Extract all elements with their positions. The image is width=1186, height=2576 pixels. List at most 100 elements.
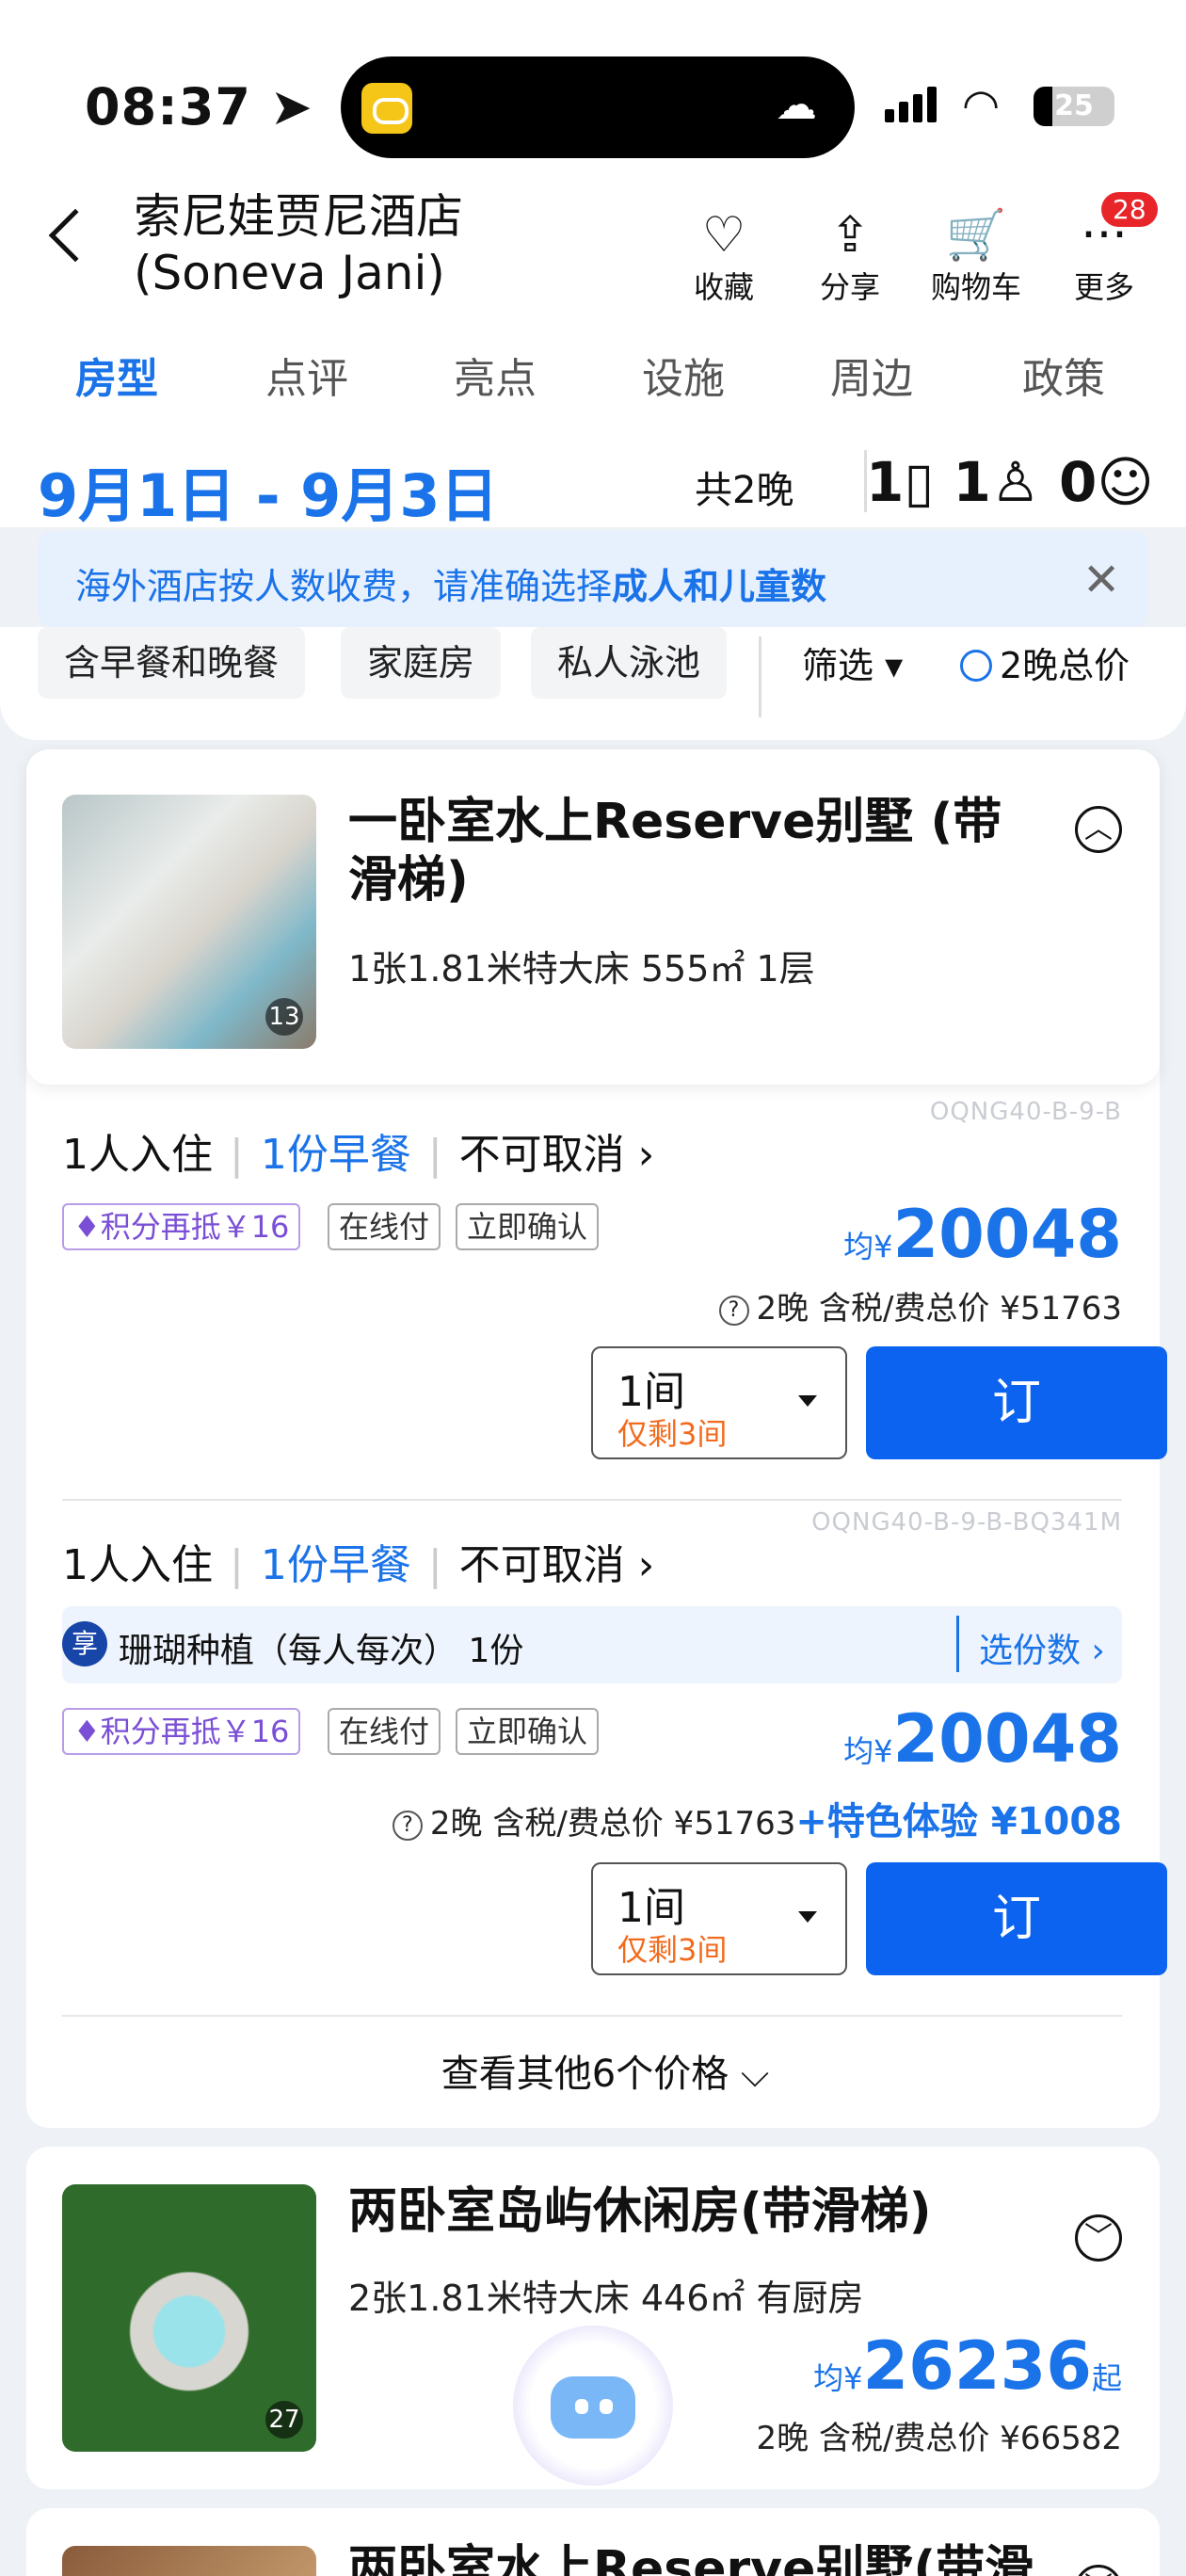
- nightly-price: 均¥20048: [843, 1196, 1122, 1273]
- notification-badge: 28: [1101, 192, 1158, 227]
- robot-icon: [551, 2376, 635, 2439]
- photo-count: 27: [265, 2401, 303, 2439]
- instant-confirm-tag: 立即确认: [456, 1203, 600, 1250]
- cart-icon: 🛒: [945, 207, 1007, 264]
- nightly-price: 均¥20048: [843, 1700, 1122, 1778]
- filter-bar: 含早餐和晚餐 家庭房 私人泳池 筛选 ▾ 2晚总价: [0, 627, 1186, 740]
- chevron-down-icon: ⌵: [740, 2053, 770, 2096]
- points-tag: ♦积分再抵￥16: [62, 1203, 301, 1250]
- hotel-header: 索尼娃贾尼酒店 (Soneva Jani) ♡ 收藏 ⇪ 分享 🛒 购物车 ··…: [0, 179, 1186, 320]
- view-more-prices-button[interactable]: 查看其他6个价格 ⌵: [26, 2043, 1184, 2098]
- battery-indicator: 25: [1034, 87, 1114, 126]
- radio-icon: [960, 650, 992, 682]
- online-pay-tag: 在线付: [328, 1708, 441, 1755]
- select-quantity-link[interactable]: 选份数 ›: [979, 1623, 1105, 1672]
- filter-chip-breakfast-dinner[interactable]: 含早餐和晚餐: [38, 627, 306, 699]
- addon-label: 珊瑚种植（每人每次） 1份: [119, 1632, 524, 1670]
- diamond-icon: ♦: [73, 1714, 101, 1749]
- cart-button[interactable]: 🛒 购物车: [924, 207, 1028, 307]
- date-range[interactable]: 9月1日 - 9月3日: [38, 448, 498, 533]
- nightly-price: 均¥26236起: [813, 2327, 1122, 2405]
- close-icon[interactable]: ✕: [1082, 554, 1120, 606]
- child-icon: ☺: [1097, 450, 1154, 514]
- rain-cloud-icon: ☁: [776, 81, 817, 129]
- expand-icon[interactable]: ﹀: [1075, 2565, 1122, 2576]
- enjoy-badge: 享: [62, 1621, 107, 1666]
- chevron-right-icon: ›: [637, 1131, 655, 1179]
- help-icon[interactable]: ?: [718, 1296, 749, 1326]
- room-card[interactable]: 两卧室水上Reserve别墅(带滑 ﹀: [26, 2508, 1160, 2576]
- room-header[interactable]: 13 一卧室水上Reserve别墅 (带滑梯) 1张1.81米特大床 555㎡ …: [26, 749, 1160, 1085]
- divider: [62, 2015, 1122, 2017]
- instant-confirm-tag: 立即确认: [456, 1708, 600, 1755]
- room-quantity-select[interactable]: 1间 仅剩3间: [591, 1862, 847, 1975]
- room-icon: ▯: [904, 450, 935, 514]
- back-arrow-icon[interactable]: [48, 208, 103, 263]
- book-button[interactable]: 订: [866, 1862, 1167, 1975]
- tab-reviews[interactable]: 点评: [265, 345, 348, 405]
- wifi-icon: ◠: [962, 79, 1001, 130]
- diamond-icon: ♦: [73, 1209, 101, 1245]
- tab-facilities[interactable]: 设施: [642, 345, 725, 405]
- total-price: 2晚 含税/费总价 ¥66582: [756, 2420, 1123, 2457]
- caret-down-icon: [798, 1911, 817, 1923]
- hotel-title: 索尼娃贾尼酒店 (Soneva Jani): [134, 189, 463, 300]
- divider: [62, 1499, 1122, 1501]
- chevron-right-icon: ›: [1091, 1632, 1105, 1670]
- guest-selector[interactable]: 1▯ 1♙ 0☺: [866, 450, 1154, 514]
- points-tag: ♦积分再抵￥16: [62, 1708, 301, 1755]
- room-card: 13 一卧室水上Reserve别墅 (带滑梯) 1张1.81米特大床 555㎡ …: [26, 749, 1167, 2128]
- caret-down-icon: ▾: [885, 645, 904, 686]
- location-arrow-icon: ➤: [269, 77, 313, 137]
- section-tabs: 房型 点评 亮点 设施 周边 政策: [0, 320, 1186, 424]
- chevron-right-icon: ›: [637, 1541, 655, 1589]
- collapse-icon[interactable]: ︿: [1075, 806, 1122, 853]
- adult-icon: ♙: [990, 450, 1040, 514]
- room-title: 一卧室水上Reserve别墅 (带滑梯): [348, 794, 1002, 909]
- room-title: 两卧室岛屿休闲房(带滑梯): [348, 2183, 932, 2240]
- share-icon: ⇪: [829, 207, 871, 264]
- date-selector[interactable]: 9月1日 - 9月3日 共2晚 1▯ 1♙ 0☺: [0, 424, 1186, 530]
- heart-icon: ♡: [701, 207, 746, 264]
- cellular-signal-icon: [885, 87, 941, 122]
- nights-count: 共2晚: [695, 469, 794, 512]
- rate-code: OQNG40-B-9-B: [929, 1098, 1122, 1126]
- tab-policies[interactable]: 政策: [1022, 345, 1105, 405]
- rate-code: OQNG40-B-9-B-BQ341M: [811, 1508, 1122, 1537]
- total-price: ? 2晚 含税/费总价 ¥51763+特色体验 ¥1008: [392, 1791, 1122, 1845]
- notice-text: 海外酒店按人数收费，请准确选择成人和儿童数: [75, 566, 827, 607]
- rate-plan-summary[interactable]: 1人入住 | 1份早餐 | 不可取消 ›: [62, 1531, 654, 1591]
- room-photo[interactable]: 27: [62, 2184, 316, 2452]
- total-price: ? 2晚 含税/费总价 ¥51763: [718, 1282, 1122, 1328]
- share-button[interactable]: ⇪ 分享: [798, 207, 902, 307]
- dynamic-island: ☁: [341, 56, 855, 158]
- divider: [956, 1616, 959, 1672]
- caret-down-icon: [798, 1395, 817, 1407]
- ai-assistant-button[interactable]: [513, 2326, 673, 2486]
- addon-coral-planting: 享 珊瑚种植（每人每次） 1份 选份数 ›: [62, 1606, 1122, 1683]
- room-quantity-select[interactable]: 1间 仅剩3间: [591, 1346, 847, 1459]
- clock: 08:37 ➤: [85, 77, 313, 137]
- tab-nearby[interactable]: 周边: [830, 345, 913, 405]
- book-button[interactable]: 订: [866, 1346, 1167, 1459]
- filter-dropdown[interactable]: 筛选 ▾: [802, 636, 903, 688]
- room-photo[interactable]: 13: [62, 795, 316, 1049]
- room-description: 2张1.81米特大床 446㎡ 有厨房: [348, 2278, 864, 2319]
- filter-chip-family-room[interactable]: 家庭房: [341, 627, 502, 699]
- divider: [759, 636, 761, 717]
- app-icon: [361, 83, 412, 134]
- help-icon[interactable]: ?: [392, 1811, 423, 1841]
- photo-count: 13: [265, 998, 303, 1036]
- rate-plan-summary[interactable]: 1人入住 | 1份早餐 | 不可取消 ›: [62, 1120, 654, 1181]
- room-photo[interactable]: [62, 2546, 316, 2576]
- room-description: 1张1.81米特大床 555㎡ 1层: [348, 948, 815, 990]
- filter-chip-private-pool[interactable]: 私人泳池: [531, 627, 728, 699]
- tab-room-types[interactable]: 房型: [75, 345, 158, 405]
- guest-count-notice: 海外酒店按人数收费，请准确选择成人和儿童数 ✕: [38, 531, 1148, 627]
- online-pay-tag: 在线付: [328, 1203, 441, 1250]
- tab-highlights[interactable]: 亮点: [454, 345, 537, 405]
- total-price-toggle[interactable]: 2晚总价: [960, 636, 1130, 688]
- room-title: 两卧室水上Reserve别墅(带滑: [348, 2541, 1034, 2576]
- expand-icon[interactable]: ﹀: [1075, 2214, 1122, 2262]
- favorite-button[interactable]: ♡ 收藏: [672, 207, 776, 307]
